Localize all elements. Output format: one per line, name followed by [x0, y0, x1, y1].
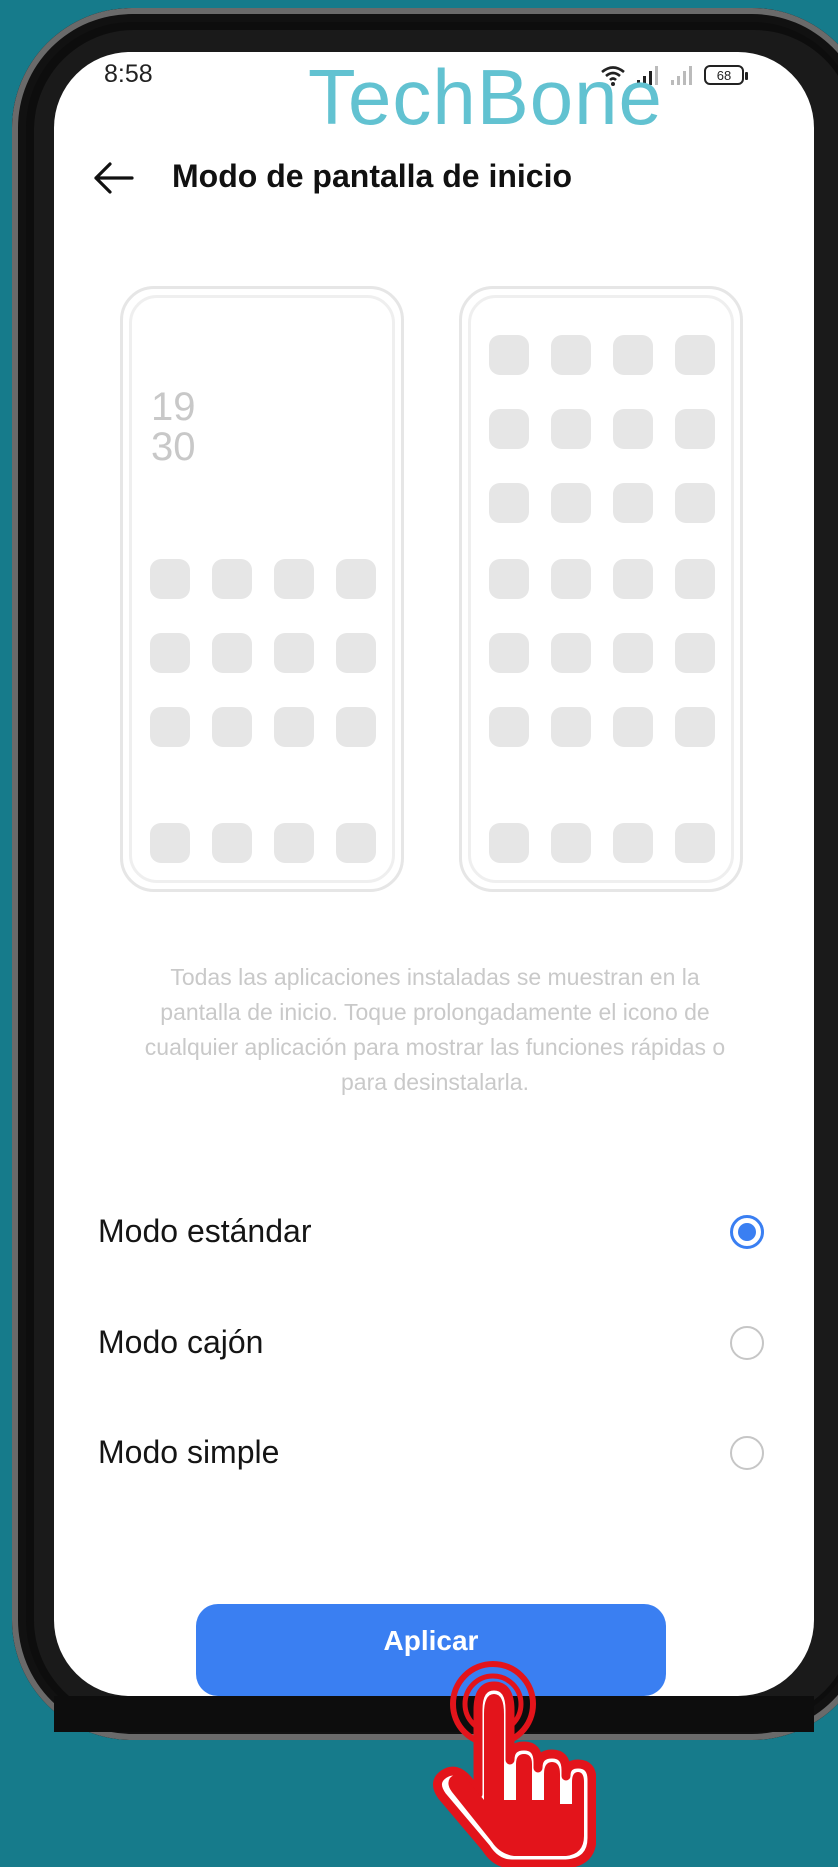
app-placeholder-icon [274, 707, 314, 747]
app-placeholder-icon [613, 559, 653, 599]
option-label: Modo estándar [98, 1213, 312, 1249]
app-placeholder-icon [613, 335, 653, 375]
app-placeholder-icon [551, 823, 591, 863]
app-placeholder-icon [212, 633, 252, 673]
back-arrow-icon[interactable] [92, 158, 136, 198]
option-label: Modo simple [98, 1434, 280, 1470]
app-placeholder-icon [212, 559, 252, 599]
app-placeholder-icon [489, 483, 529, 523]
radio-unselected-icon[interactable] [730, 1326, 764, 1360]
app-placeholder-icon [613, 823, 653, 863]
app-placeholder-icon [336, 633, 376, 673]
techbone-watermark: TechBone [308, 53, 663, 141]
battery-icon: 68 [704, 65, 748, 85]
radio-unselected-icon[interactable] [730, 1436, 764, 1470]
app-placeholder-icon [675, 559, 715, 599]
signal-2-icon [671, 66, 692, 85]
app-placeholder-icon [336, 707, 376, 747]
tap-hand-icon [433, 1661, 596, 1867]
app-placeholder-icon [613, 633, 653, 673]
app-placeholder-icon [489, 707, 529, 747]
app-placeholder-icon [675, 335, 715, 375]
app-placeholder-icon [274, 633, 314, 673]
app-placeholder-icon [150, 559, 190, 599]
app-placeholder-icon [150, 707, 190, 747]
app-placeholder-icon [212, 707, 252, 747]
app-placeholder-icon [489, 633, 529, 673]
app-placeholder-icon [489, 335, 529, 375]
app-placeholder-icon [675, 707, 715, 747]
app-placeholder-icon [150, 633, 190, 673]
app-placeholder-icon [551, 633, 591, 673]
app-placeholder-icon [675, 633, 715, 673]
drawer-mode-preview[interactable] [459, 286, 743, 892]
app-placeholder-icon [675, 483, 715, 523]
radio-selected-icon[interactable] [730, 1215, 764, 1249]
app-placeholder-icon [613, 483, 653, 523]
app-placeholder-icon [336, 559, 376, 599]
preview-clock-hour: 19 [151, 385, 196, 429]
standard-mode-preview[interactable]: 19 30 [120, 286, 404, 892]
option-standard-mode[interactable]: Modo estándar [54, 1177, 814, 1287]
app-placeholder-icon [551, 409, 591, 449]
app-placeholder-icon [274, 823, 314, 863]
app-placeholder-icon [551, 335, 591, 375]
mode-description: Todas las aplicaciones instaladas se mue… [144, 964, 726, 1095]
app-placeholder-icon [551, 483, 591, 523]
app-placeholder-icon [489, 409, 529, 449]
app-placeholder-icon [336, 823, 376, 863]
status-time: 8:58 [104, 60, 153, 88]
app-placeholder-icon [274, 559, 314, 599]
app-placeholder-icon [489, 823, 529, 863]
preview-clock: 19 30 [151, 387, 196, 467]
preview-clock-minute: 30 [151, 425, 196, 469]
battery-level: 68 [716, 67, 732, 83]
option-simple-mode[interactable]: Modo simple [54, 1398, 814, 1508]
option-label: Modo cajón [98, 1324, 264, 1360]
app-placeholder-icon [613, 409, 653, 449]
app-placeholder-icon [212, 823, 252, 863]
page-title: Modo de pantalla de inicio [172, 158, 573, 194]
app-placeholder-icon [551, 707, 591, 747]
app-placeholder-icon [150, 823, 190, 863]
option-drawer-mode[interactable]: Modo cajón [54, 1288, 814, 1398]
app-placeholder-icon [675, 823, 715, 863]
app-placeholder-icon [489, 559, 529, 599]
app-placeholder-icon [551, 559, 591, 599]
app-placeholder-icon [675, 409, 715, 449]
app-placeholder-icon [613, 707, 653, 747]
